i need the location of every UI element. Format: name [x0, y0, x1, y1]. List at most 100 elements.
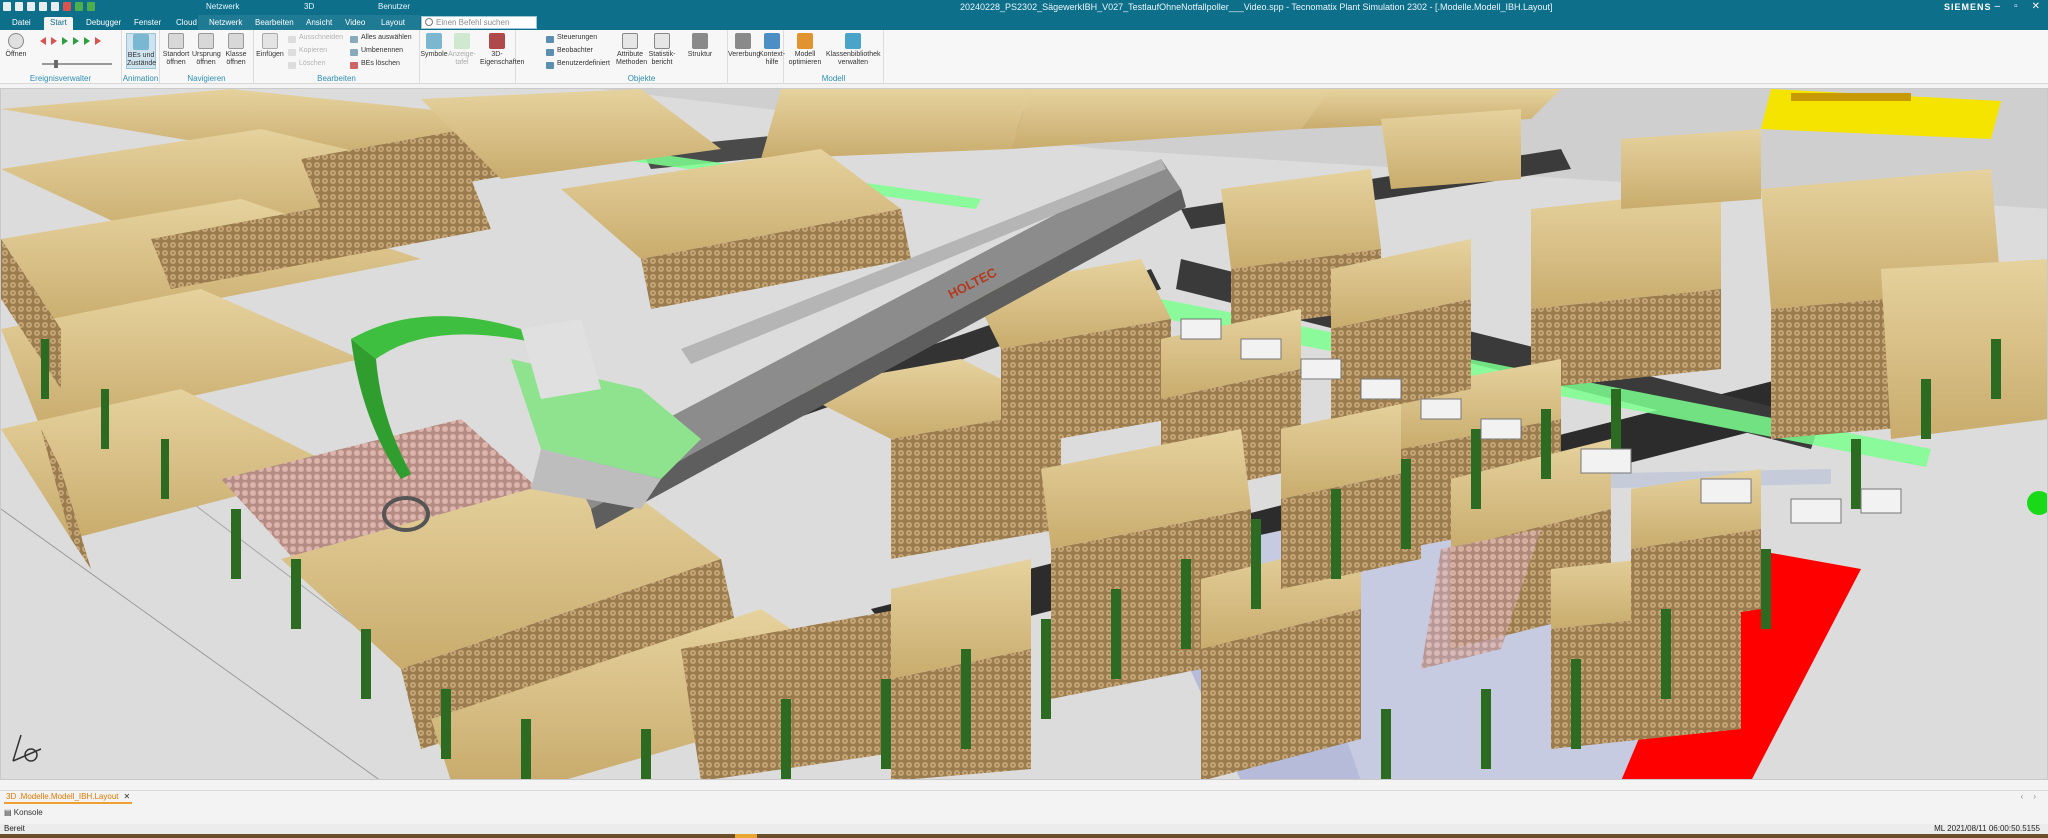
app-window: Netzwerk 3D Benutzer 20240228_PS2302_Säg…: [0, 0, 2048, 838]
tab-debugger[interactable]: Debugger: [80, 17, 127, 30]
ribbon-tab-row: Datei Start Debugger Fenster Cloud Netzw…: [0, 15, 2048, 41]
console-panel[interactable]: ▤ Konsole: [4, 808, 43, 817]
stop-sim-icon[interactable]: [51, 37, 57, 45]
ursprung-label: Ursprung öffnen: [192, 51, 221, 66]
context-label-benutzer: Benutzer: [378, 2, 411, 11]
step-forward-icon[interactable]: [84, 37, 90, 45]
search-icon: [425, 18, 433, 26]
context-label-netzwerk: Netzwerk: [206, 2, 240, 11]
document-tab-layout[interactable]: 3D .Modelle.Modell_IBH.Layout ✕: [4, 792, 133, 804]
start-icon[interactable]: [75, 2, 83, 11]
tab-ansicht[interactable]: Ansicht: [300, 17, 338, 30]
ausschneiden-label: Ausschneiden: [299, 34, 343, 41]
klasse-label: Klasse öffnen: [225, 51, 247, 66]
group-objekte: Steuerungen Beobachter Benutzerdefiniert…: [516, 30, 728, 84]
statistics-icon: [654, 33, 670, 49]
sawmill-3d-scene[interactable]: HOLTEC: [1, 89, 2048, 780]
einfuegen-button[interactable]: Einfügen: [256, 33, 284, 59]
tab-layout[interactable]: Layout: [375, 17, 411, 30]
modell-optimieren-button[interactable]: Modell optimieren: [788, 33, 822, 67]
kontexthilfe-button[interactable]: Kontext-hilfe: [758, 33, 786, 67]
klassenbibliothek-button[interactable]: Klassenbibliothek verwalten: [826, 33, 880, 67]
brand-logo: SIEMENS: [1944, 2, 1992, 12]
document-tab-bar: 3D .Modelle.Modell_IBH.Layout ✕ ‹ ›: [0, 790, 2048, 804]
3d-eigenschaften-button[interactable]: 3D-Eigenschaften: [480, 33, 524, 67]
klassenbibliothek-label: Klassenbibliothek verwalten: [826, 51, 881, 66]
inheritance-icon: [735, 33, 751, 49]
klasse-oeffnen-button[interactable]: Klasse öffnen: [222, 33, 250, 67]
app-icon[interactable]: [3, 2, 11, 11]
vererbung-label: Vererbung: [728, 51, 761, 58]
quick-access-toolbar: [3, 2, 95, 11]
cut-icon: [288, 36, 296, 43]
class-library-icon: [845, 33, 861, 49]
ursprung-oeffnen-button[interactable]: Ursprung öffnen: [192, 33, 221, 67]
taskbar-highlight: [735, 834, 757, 838]
tab-datei[interactable]: Datei: [6, 17, 37, 30]
controls-icon: [546, 36, 554, 43]
save-icon[interactable]: [39, 2, 47, 11]
stop-icon[interactable]: [63, 2, 71, 11]
symbole-button[interactable]: Symbole: [420, 33, 448, 59]
standort-label: Standort öffnen: [162, 51, 190, 66]
alles-auswaehlen-button[interactable]: Alles auswählen: [350, 34, 412, 45]
bes-loeschen-button[interactable]: BEs löschen: [350, 60, 400, 71]
beobachter-button[interactable]: Beobachter: [546, 47, 593, 58]
animation-icon: [133, 34, 149, 50]
tab-netzwerk[interactable]: Netzwerk: [203, 17, 248, 30]
group-label-ereignisverwalter: Ereignisverwalter: [29, 74, 92, 83]
group-label-animation: Animation: [122, 74, 159, 83]
reset-icon[interactable]: [40, 37, 46, 45]
tab-scroll-arrows[interactable]: ‹ ›: [2020, 792, 2040, 801]
maximize-icon[interactable]: ▫: [2014, 1, 2018, 12]
console-label: Konsole: [13, 808, 43, 817]
group-label-bearbeiten: Bearbeiten: [317, 74, 356, 83]
umbenennen-button[interactable]: Umbenennen: [350, 47, 403, 58]
standort-oeffnen-button[interactable]: Standort öffnen: [162, 33, 190, 67]
step-icon[interactable]: [87, 2, 95, 11]
end-icon[interactable]: [95, 37, 101, 45]
search-placeholder: Einen Befehl suchen: [436, 18, 510, 27]
class-icon: [228, 33, 244, 49]
loeschen-button[interactable]: Löschen: [288, 60, 325, 71]
tab-cloud[interactable]: Cloud: [170, 17, 203, 30]
command-search-input[interactable]: Einen Befehl suchen: [421, 16, 537, 29]
tab-video[interactable]: Video: [339, 17, 371, 30]
anzeigetafel-button[interactable]: Anzeige-tafel: [448, 33, 476, 67]
statistikbericht-button[interactable]: Statistik-bericht: [648, 33, 676, 67]
open-event-controller-button[interactable]: Öffnen: [2, 33, 30, 59]
statistikbericht-label: Statistik-bericht: [648, 51, 676, 66]
origin-icon: [198, 33, 214, 49]
benutzerdefiniert-button[interactable]: Benutzerdefiniert: [546, 60, 610, 71]
fast-forward-icon[interactable]: [73, 37, 79, 45]
speed-slider[interactable]: [42, 60, 112, 68]
delete-bes-icon: [350, 62, 358, 69]
vererbung-button[interactable]: Vererbung: [728, 33, 761, 59]
tab-start[interactable]: Start: [44, 17, 73, 30]
paste-icon: [262, 33, 278, 49]
tab-bearbeiten[interactable]: Bearbeiten: [249, 17, 300, 30]
kopieren-button[interactable]: Kopieren: [288, 47, 327, 58]
minimize-icon[interactable]: –: [1995, 1, 2001, 12]
close-icon[interactable]: ✕: [2032, 1, 2040, 12]
play-icon[interactable]: [62, 37, 68, 45]
3d-viewport[interactable]: HOLTEC: [0, 88, 2048, 780]
open-label: Öffnen: [5, 51, 27, 58]
kopieren-label: Kopieren: [299, 47, 328, 54]
struktur-button[interactable]: Struktur: [686, 33, 714, 59]
tab-fenster[interactable]: Fenster: [128, 17, 167, 30]
3d-properties-icon: [489, 33, 505, 49]
rename-icon: [350, 49, 358, 56]
group-animation: BEs und Zustände Animation: [122, 30, 160, 84]
close-tab-icon[interactable]: ✕: [124, 792, 131, 801]
attribute-methoden-label: Attribute Methoden: [616, 51, 648, 66]
steuerungen-button[interactable]: Steuerungen: [546, 34, 597, 45]
undo-icon[interactable]: [51, 2, 59, 11]
kontexthilfe-label: Kontext-hilfe: [758, 51, 786, 66]
new-file-icon[interactable]: [15, 2, 23, 11]
attribute-methoden-button[interactable]: Attribute Methoden: [616, 33, 648, 67]
open-file-icon[interactable]: [27, 2, 35, 11]
ausschneiden-button[interactable]: Ausschneiden: [288, 34, 343, 45]
bes-zustaende-button[interactable]: BEs und Zustände: [126, 33, 156, 69]
symbols-icon: [426, 33, 442, 49]
